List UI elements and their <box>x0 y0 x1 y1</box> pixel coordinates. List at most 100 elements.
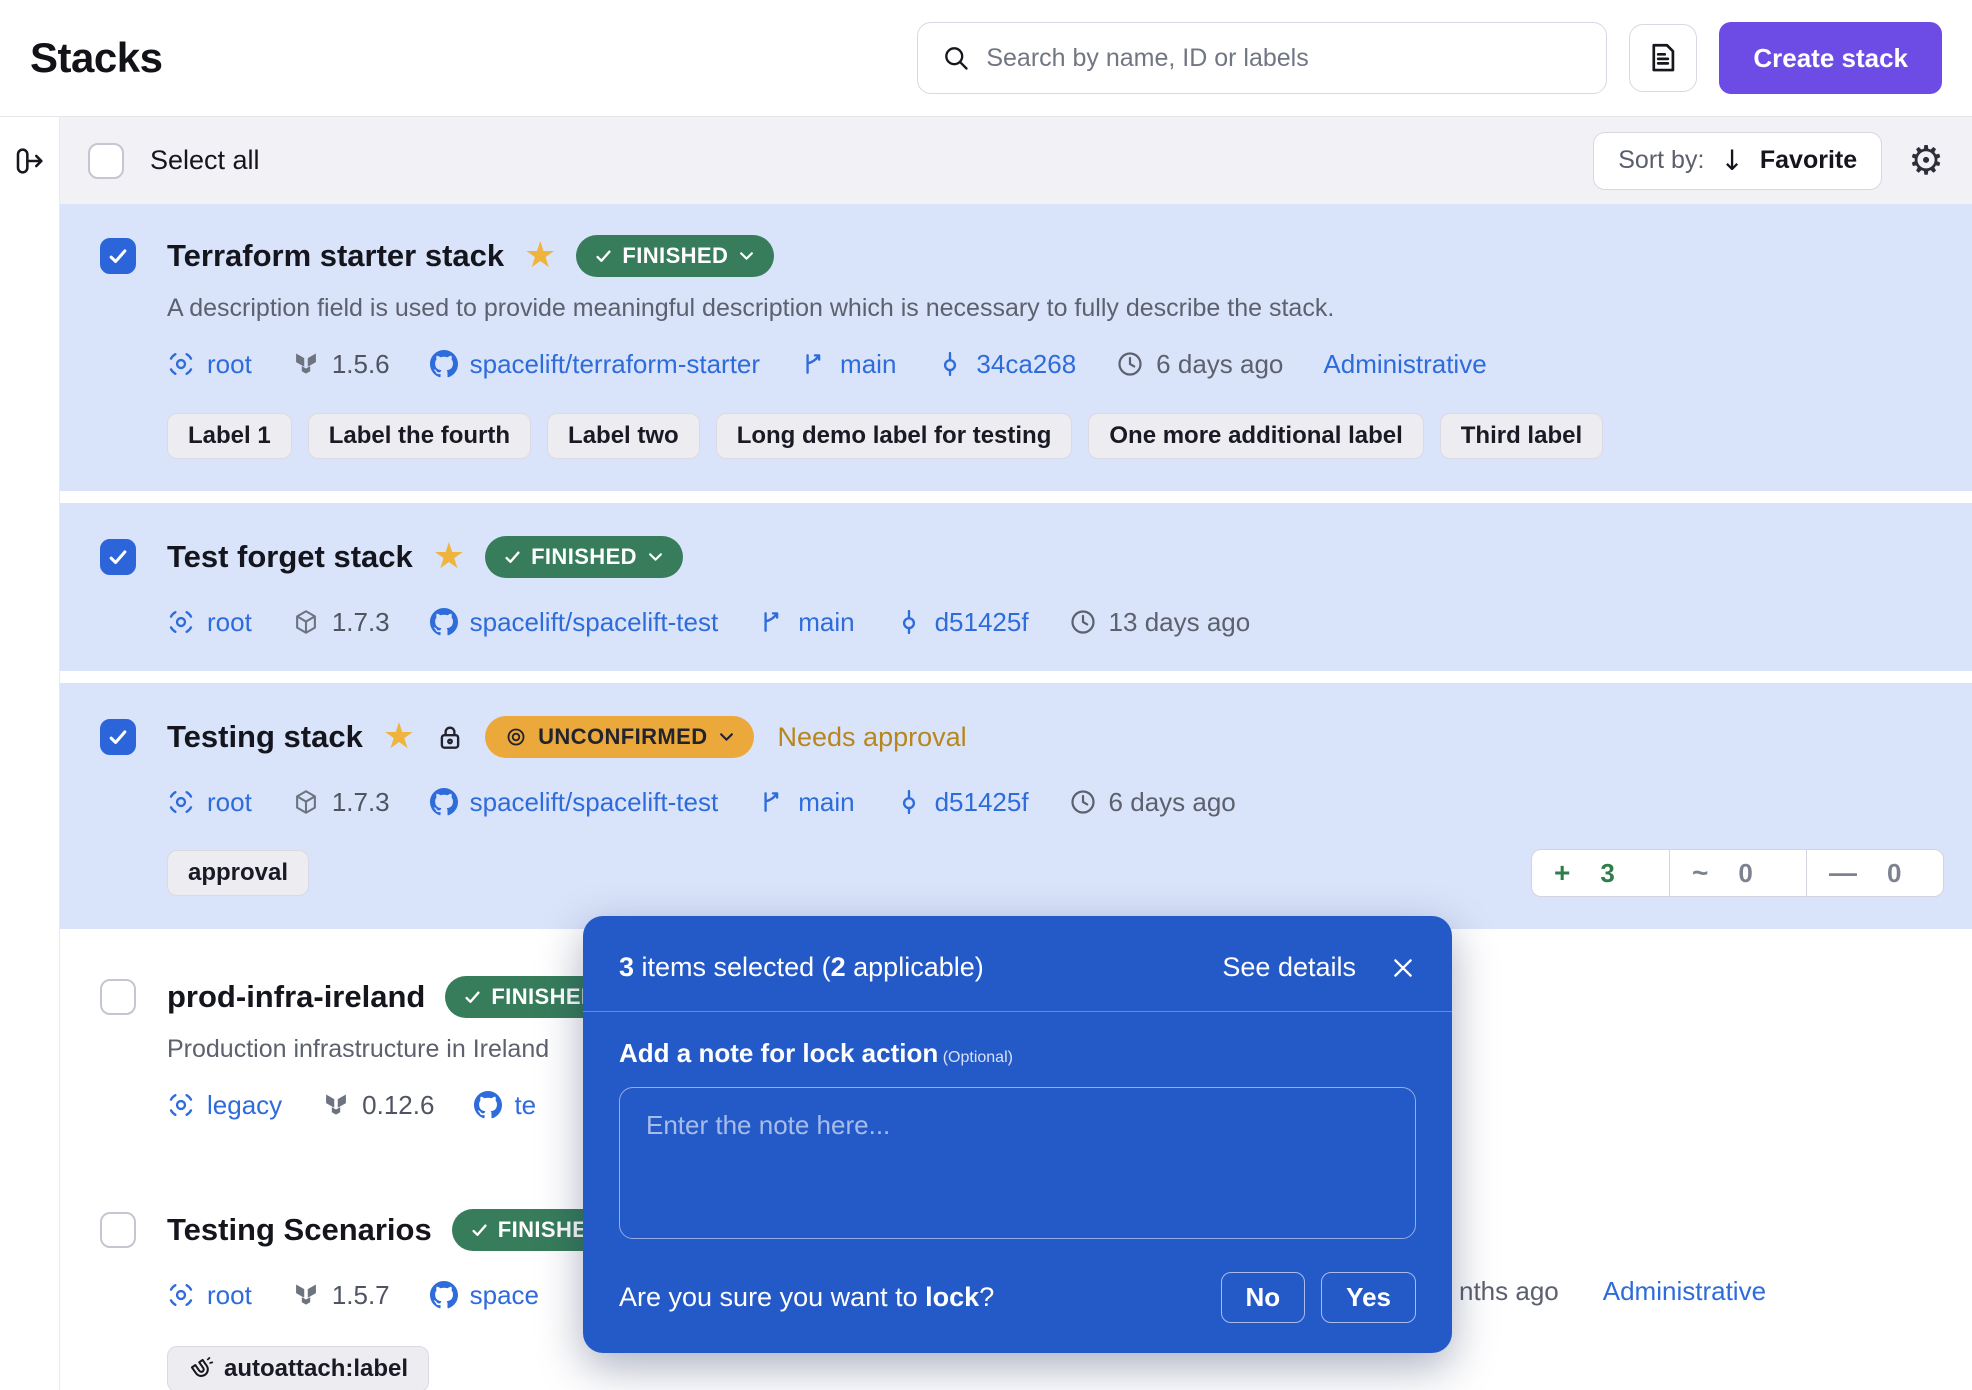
label-pill[interactable]: autoattach:label <box>167 1346 429 1390</box>
last-updated: nths ago <box>1459 1276 1559 1307</box>
see-details-link[interactable]: See details <box>1222 952 1356 983</box>
favorite-star-icon[interactable]: ★ <box>433 539 465 575</box>
repository-link[interactable]: spacelift/spacelift-test <box>430 787 719 818</box>
expand-panel-icon[interactable] <box>14 145 46 177</box>
label-pill[interactable]: Long demo label for testing <box>716 413 1073 459</box>
search-input[interactable] <box>986 44 1582 73</box>
stack-meta-row: root 1.5.6 spacelift/terraform-starter m… <box>167 347 1944 381</box>
stack-row[interactable]: Testing stack ★ UNCONFIRMED Needs approv… <box>60 683 1972 929</box>
repository-link[interactable]: spacelift/terraform-starter <box>430 349 760 380</box>
stack-state-badge[interactable]: FINISHED <box>576 235 774 277</box>
modified-count[interactable]: ~0 <box>1669 850 1806 896</box>
badge-text: FINISHED <box>531 544 637 570</box>
select-all-checkbox[interactable] <box>88 143 124 179</box>
sort-direction-icon: ↓ <box>1720 144 1743 177</box>
create-stack-button[interactable]: Create stack <box>1719 22 1942 94</box>
space-link[interactable]: root <box>167 349 252 380</box>
branch-icon <box>758 608 786 636</box>
space-link[interactable]: legacy <box>167 1090 282 1121</box>
clock-icon <box>1069 788 1097 816</box>
github-icon <box>430 788 458 816</box>
yes-button[interactable]: Yes <box>1321 1272 1416 1323</box>
list-toolbar: Select all Sort by: ↓ Favorite ⚙ <box>60 116 1972 204</box>
repository-link[interactable]: spacelift/spacelift-test <box>430 607 719 638</box>
label-pill[interactable]: Label the fourth <box>308 413 531 459</box>
version-info: 1.5.6 <box>292 349 390 380</box>
space-link[interactable]: root <box>167 607 252 638</box>
stack-checkbox[interactable] <box>100 238 136 274</box>
commit-icon <box>895 788 923 816</box>
tilde-icon: ~ <box>1692 859 1708 887</box>
label-pill[interactable]: Label 1 <box>167 413 292 459</box>
branch-link[interactable]: main <box>800 349 896 380</box>
stacks-page: Stacks Create stack Select all Sort by: … <box>0 0 1972 1390</box>
stack-row[interactable]: Test forget stack ★ FINISHED root 1.7.3 … <box>60 503 1972 671</box>
terraform-icon <box>322 1091 350 1119</box>
selected-count: 3 <box>619 952 634 982</box>
branch-link[interactable]: main <box>758 607 854 638</box>
stack-title[interactable]: prod-infra-ireland <box>167 979 425 1015</box>
github-icon <box>474 1091 502 1119</box>
modal-header: 3 items selected (2 applicable) See deta… <box>583 916 1452 1012</box>
check-icon <box>109 249 127 264</box>
close-icon[interactable] <box>1390 955 1416 981</box>
added-count[interactable]: +3 <box>1532 850 1669 896</box>
commit-icon <box>895 608 923 636</box>
badge-text: UNCONFIRMED <box>538 724 707 750</box>
label-pill[interactable]: One more additional label <box>1088 413 1423 459</box>
stack-title[interactable]: Test forget stack <box>167 539 413 575</box>
docs-button[interactable] <box>1629 24 1697 92</box>
change-counters: +3 ~0 —0 <box>1531 849 1944 897</box>
stack-state-badge[interactable]: FINISHED <box>485 536 683 578</box>
version-info: 1.7.3 <box>292 787 390 818</box>
stack-state-badge[interactable]: UNCONFIRMED <box>485 716 753 758</box>
favorite-star-icon[interactable]: ★ <box>524 238 556 274</box>
sort-button[interactable]: Sort by: ↓ Favorite <box>1593 132 1882 190</box>
stack-title[interactable]: Testing Scenarios <box>167 1212 432 1248</box>
badge-text: FINISHED <box>622 243 728 269</box>
stack-checkbox[interactable] <box>100 539 136 575</box>
chevron-down-icon <box>719 732 734 742</box>
administrative-link[interactable]: Administrative <box>1323 349 1486 380</box>
label-pill[interactable]: Label two <box>547 413 700 459</box>
favorite-star-icon[interactable]: ★ <box>383 719 415 755</box>
stack-row[interactable]: Terraform starter stack ★ FINISHED A des… <box>60 204 1972 491</box>
stack-title[interactable]: Testing stack <box>167 719 363 755</box>
magnet-icon <box>188 1356 214 1382</box>
space-link[interactable]: root <box>167 787 252 818</box>
repository-link[interactable]: te <box>474 1090 536 1121</box>
stack-title[interactable]: Terraform starter stack <box>167 238 504 274</box>
applicable-count: 2 <box>831 952 846 982</box>
stack-right-meta: nths ago Administrative <box>1459 1276 1766 1307</box>
chevron-down-icon <box>739 251 754 261</box>
space-link[interactable]: root <box>167 1280 252 1311</box>
stack-checkbox[interactable] <box>100 719 136 755</box>
terraform-icon <box>292 1281 320 1309</box>
commit-link[interactable]: 34ca268 <box>936 349 1076 380</box>
clock-icon <box>1069 608 1097 636</box>
stack-checkbox[interactable] <box>100 979 136 1015</box>
confirm-action-word: lock <box>925 1282 979 1312</box>
search-icon <box>942 44 970 72</box>
settings-gear-icon[interactable]: ⚙ <box>1908 141 1944 181</box>
stack-description: A description field is used to provide m… <box>167 294 1944 323</box>
version-info: 1.5.7 <box>292 1280 390 1311</box>
deleted-count[interactable]: —0 <box>1806 850 1943 896</box>
stack-meta-row: root 1.7.3 spacelift/spacelift-test main… <box>167 605 1944 639</box>
check-icon <box>465 991 480 1004</box>
branch-link[interactable]: main <box>758 787 854 818</box>
note-label: Add a note for lock action <box>619 1038 938 1068</box>
unconfirmed-target-icon <box>505 726 527 748</box>
no-button[interactable]: No <box>1221 1272 1306 1323</box>
stack-checkbox[interactable] <box>100 1212 136 1248</box>
commit-link[interactable]: d51425f <box>895 607 1029 638</box>
lock-icon <box>435 722 465 752</box>
label-pill[interactable]: Third label <box>1440 413 1603 459</box>
search-box[interactable] <box>917 22 1607 94</box>
repository-link[interactable]: space <box>430 1280 539 1311</box>
note-textarea[interactable] <box>619 1087 1416 1239</box>
administrative-link[interactable]: Administrative <box>1603 1276 1766 1307</box>
label-pill[interactable]: approval <box>167 850 309 896</box>
commit-link[interactable]: d51425f <box>895 787 1029 818</box>
note-optional-label: (Optional) <box>938 1049 1013 1066</box>
